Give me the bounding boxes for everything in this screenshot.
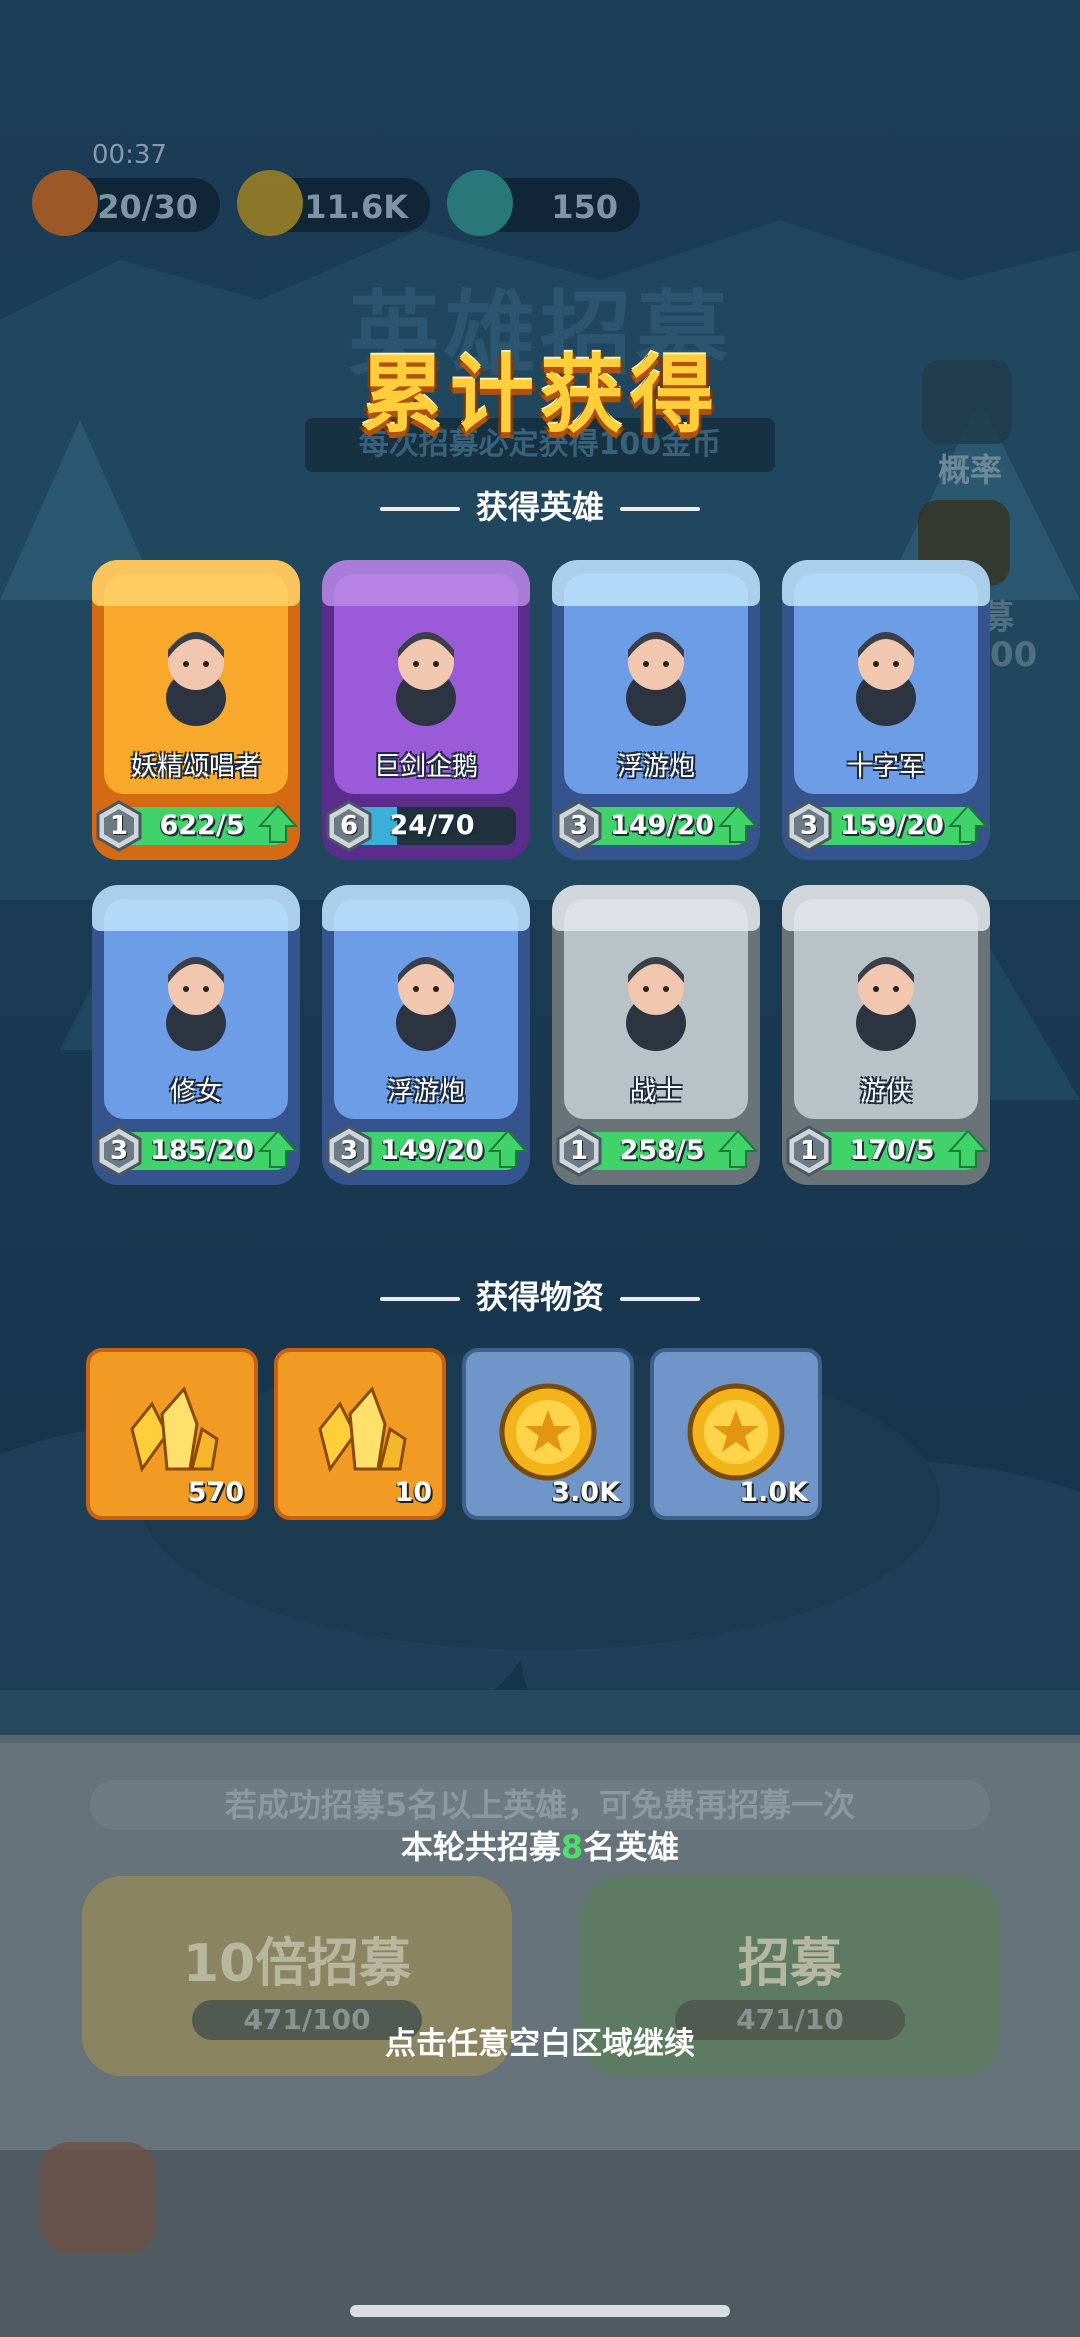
reward-item[interactable]: 1.0K — [650, 1348, 822, 1520]
card-cap — [552, 560, 760, 606]
gold-coin-icon — [687, 1383, 785, 1481]
energy-resource[interactable]: 20/30 — [32, 170, 220, 236]
card-cap — [322, 560, 530, 606]
recruit-label: 招募 — [737, 1934, 842, 1994]
crusader-portrait — [856, 632, 916, 726]
item-quantity: 10 — [394, 1477, 432, 1508]
hero-card[interactable]: 巨剑企鹅 24/70 6 — [322, 560, 530, 860]
reward-item[interactable]: 3.0K — [462, 1348, 634, 1520]
hero-name: 浮游炮 — [616, 752, 695, 782]
hero-name: 浮游炮 — [386, 1077, 465, 1107]
item-quantity: 1.0K — [739, 1477, 808, 1508]
hero-name: 战士 — [629, 1077, 682, 1107]
upgrade-arrow-icon — [948, 804, 988, 843]
gold-value: 11.6K — [304, 188, 408, 226]
level-badge: 1 — [554, 1125, 604, 1177]
gold-coin-icon — [237, 170, 303, 236]
hero-level: 1 — [799, 1136, 819, 1166]
upgrade-arrow-icon — [258, 1129, 298, 1168]
divider-left — [379, 1297, 460, 1301]
divider-right — [620, 507, 700, 511]
reward-item[interactable]: 570 — [86, 1348, 258, 1520]
hero-card[interactable]: 游侠 170/5 1 — [782, 885, 990, 1185]
divider-left — [379, 507, 460, 511]
heroes-section-label: 获得英雄 — [475, 488, 604, 526]
hero-level: 3 — [799, 811, 819, 841]
card-cap — [782, 560, 990, 606]
gold-crystal-icon — [318, 1386, 407, 1473]
gold-resource[interactable]: 11.6K — [237, 170, 430, 236]
flame-icon — [32, 170, 98, 236]
upgrade-arrow-icon — [258, 804, 298, 843]
back-arrow-icon[interactable] — [40, 2142, 156, 2254]
ranger-portrait — [856, 957, 916, 1051]
hero-level: 1 — [569, 1136, 589, 1166]
ten-x-recruit-label: 10倍招募 — [182, 1934, 412, 1994]
hero-card[interactable]: 十字军 159/20 3 — [782, 560, 990, 860]
card-cap — [322, 885, 530, 931]
level-badge: 1 — [784, 1125, 834, 1177]
reward-item[interactable]: 10 — [274, 1348, 446, 1520]
hero-name: 十字军 — [846, 752, 925, 782]
crystal-value: 150 — [551, 188, 618, 226]
hero-name: 游侠 — [859, 1077, 912, 1107]
heroes-section-header: 获得英雄 — [0, 482, 1080, 528]
item-quantity: 570 — [187, 1477, 244, 1508]
upgrade-arrow-icon — [718, 804, 758, 843]
level-badge: 6 — [324, 800, 374, 852]
hero-level: 6 — [339, 811, 359, 841]
hero-card[interactable]: 浮游炮 149/20 3 — [552, 560, 760, 860]
level-badge: 1 — [94, 800, 144, 852]
level-badge: 3 — [324, 1125, 374, 1177]
items-section-header: 获得物资 — [0, 1272, 1080, 1318]
hero-card[interactable]: 战士 258/5 1 — [552, 885, 760, 1185]
hero-card[interactable]: 妖精颂唱者 622/5 1 — [92, 560, 300, 860]
hero-name: 巨剑企鹅 — [373, 752, 478, 782]
summary-count: 8 — [560, 1828, 584, 1866]
hero-level: 3 — [339, 1136, 359, 1166]
timer: 00:37 — [92, 140, 167, 170]
recruit-summary: 本轮共招募8名英雄 — [0, 1822, 1080, 1868]
card-cap — [92, 560, 300, 606]
gold-coin-icon — [499, 1383, 597, 1481]
continue-hint[interactable]: 点击任意空白区域继续 — [0, 2018, 1080, 2063]
energy-value: 20/30 — [97, 188, 198, 226]
upgrade-arrow-icon — [718, 1129, 758, 1168]
level-badge: 3 — [94, 1125, 144, 1177]
items-section-label: 获得物资 — [475, 1278, 604, 1316]
warrior-portrait — [626, 957, 686, 1051]
floating-cannon-portrait — [396, 957, 456, 1051]
popup-title: 累计获得 — [359, 346, 720, 444]
crystal-resource[interactable]: 150 — [447, 170, 640, 236]
hero-card[interactable]: 修女 185/20 3 — [92, 885, 300, 1185]
floating-cannon-portrait — [626, 632, 686, 726]
gold-crystal-icon — [130, 1386, 219, 1473]
sword-penguin-portrait — [396, 632, 456, 726]
hero-level: 3 — [109, 1136, 129, 1166]
card-cap — [552, 885, 760, 931]
summary-prefix: 本轮共招募 — [400, 1828, 561, 1866]
level-badge: 3 — [554, 800, 604, 852]
card-cap — [92, 885, 300, 931]
item-quantity: 3.0K — [551, 1477, 620, 1508]
fairy-singer-portrait — [166, 632, 226, 726]
home-indicator[interactable] — [350, 2305, 730, 2317]
hero-card[interactable]: 浮游炮 149/20 3 — [322, 885, 530, 1185]
nun-portrait — [166, 957, 226, 1051]
hero-level: 3 — [569, 811, 589, 841]
hero-name: 修女 — [169, 1077, 222, 1107]
side-label-number: 00 — [990, 635, 1038, 675]
hero-name: 妖精颂唱者 — [130, 752, 261, 782]
upgrade-arrow-icon — [948, 1129, 988, 1168]
divider-right — [620, 1297, 700, 1301]
card-cap — [782, 885, 990, 931]
level-badge: 3 — [784, 800, 834, 852]
panel-edge — [0, 1735, 1080, 1743]
crystal-icon — [447, 170, 513, 236]
upgrade-arrow-icon — [488, 1129, 528, 1168]
summary-suffix: 名英雄 — [583, 1828, 680, 1866]
hero-level: 1 — [109, 811, 129, 841]
